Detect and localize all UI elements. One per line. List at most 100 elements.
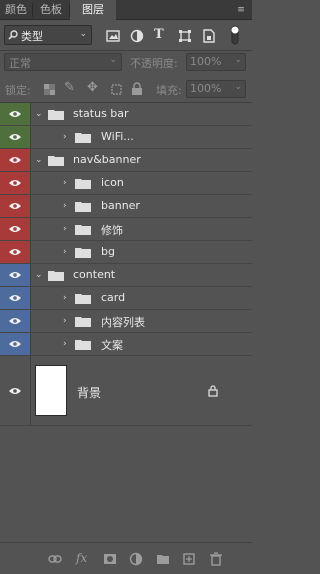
visibility-toggle[interactable] (0, 287, 31, 309)
lock-label: 锁定: (5, 84, 31, 97)
divider (0, 50, 252, 51)
eye-icon (9, 341, 21, 347)
chevron-down-icon[interactable]: ⌄ (35, 270, 45, 280)
folder-icon (75, 179, 91, 189)
layer-row-banner[interactable]: › banner (0, 195, 252, 218)
layer-row-background[interactable]: 背景 (0, 356, 252, 426)
visibility-toggle[interactable] (0, 149, 31, 171)
folder-icon (75, 317, 91, 327)
fill-label: 填充: (156, 84, 182, 97)
chevron-right-icon[interactable]: › (63, 316, 73, 326)
tab-swatches[interactable]: 色板 (33, 0, 69, 20)
eye-icon (9, 203, 21, 209)
lock-all-icon[interactable] (131, 82, 143, 96)
folder-icon (75, 225, 91, 235)
blend-mode-row: 正常 ⌄ 不透明度: 100% ⌄ (0, 52, 252, 74)
visibility-toggle[interactable] (0, 333, 31, 355)
eye-icon (9, 272, 21, 278)
blend-mode-select[interactable]: 正常 ⌄ (4, 53, 122, 71)
layer-row-nav-banner[interactable]: ⌄ nav&banner (0, 149, 252, 172)
tab-layers[interactable]: 图层 (70, 0, 116, 21)
opacity-value: 100% (190, 55, 222, 68)
eye-icon (9, 226, 21, 232)
folder-icon (48, 156, 64, 166)
folder-icon (48, 110, 64, 120)
chevron-right-icon[interactable]: › (63, 224, 73, 234)
eye-icon (9, 295, 21, 301)
adjustment-filter-icon[interactable] (130, 29, 144, 43)
shape-filter-icon[interactable] (178, 29, 192, 43)
panel-menu-icon[interactable]: ≡ (236, 5, 246, 15)
lock-image-pixels-icon[interactable]: ✎ (64, 80, 75, 95)
lock-icon (208, 385, 218, 397)
layers-footer-toolbar: fx (0, 542, 252, 574)
fill-field[interactable]: 100% ⌄ (186, 80, 246, 98)
image-filter-icon[interactable] (106, 29, 120, 43)
layer-row-content-list[interactable]: › 内容列表 (0, 310, 252, 333)
folder-icon (48, 271, 64, 281)
visibility-toggle[interactable] (0, 126, 31, 148)
layer-row-decoration[interactable]: › 修饰 (0, 218, 252, 241)
eye-icon (9, 111, 21, 117)
layer-name: 背景 (77, 386, 102, 400)
visibility-toggle[interactable] (0, 218, 31, 240)
add-mask-icon[interactable] (103, 552, 117, 566)
layer-row-icon[interactable]: › icon (0, 172, 252, 195)
opacity-field[interactable]: 100% ⌄ (186, 53, 246, 71)
visibility-toggle[interactable] (0, 356, 31, 425)
fx-layer-style-icon[interactable]: fx (76, 551, 87, 565)
delete-layer-icon[interactable] (209, 552, 223, 566)
chevron-down-icon: ⌄ (109, 55, 117, 65)
eye-icon (9, 249, 21, 255)
layer-name: card (101, 291, 126, 304)
layer-row-content[interactable]: ⌄ content (0, 264, 252, 287)
lock-transparent-pixels-icon[interactable] (44, 84, 55, 95)
chevron-right-icon[interactable]: › (63, 247, 73, 257)
type-filter-icon[interactable]: T (154, 27, 164, 42)
chevron-right-icon[interactable]: › (63, 293, 73, 303)
layer-name: icon (101, 176, 124, 189)
folder-icon (75, 133, 91, 143)
new-group-icon[interactable] (156, 552, 170, 566)
lock-artboard-icon[interactable] (110, 83, 123, 96)
filter-kind-select[interactable]: 类型 ⌄ (4, 25, 92, 45)
filter-toggle-icon[interactable] (230, 25, 240, 45)
search-icon (8, 30, 18, 40)
visibility-toggle[interactable] (0, 310, 31, 332)
visibility-toggle[interactable] (0, 195, 31, 217)
eye-icon (9, 318, 21, 324)
layer-row-copy[interactable]: › 文案 (0, 333, 252, 356)
link-layers-icon[interactable] (48, 552, 62, 566)
chevron-down-icon[interactable]: ⌄ (35, 155, 45, 165)
visibility-toggle[interactable] (0, 241, 31, 263)
chevron-right-icon[interactable]: › (63, 201, 73, 211)
layer-row-card[interactable]: › card (0, 287, 252, 310)
visibility-toggle[interactable] (0, 103, 31, 125)
chevron-down-icon: ⌄ (79, 29, 87, 39)
visibility-toggle[interactable] (0, 172, 31, 194)
lock-position-icon[interactable]: ✥ (87, 80, 98, 95)
layer-row-status-bar[interactable]: ⌄ status bar (0, 103, 252, 126)
folder-icon (75, 340, 91, 350)
layer-name: bg (101, 245, 115, 258)
eye-icon (9, 157, 21, 163)
layer-filter-row: 类型 ⌄ T (0, 22, 252, 50)
blend-mode-value: 正常 (9, 57, 31, 70)
tab-color[interactable]: 颜色 (0, 0, 32, 20)
layer-name: banner (101, 199, 140, 212)
layer-name: 内容列表 (101, 316, 145, 329)
chevron-down-icon[interactable]: ⌄ (35, 109, 45, 119)
layer-name: nav&banner (73, 153, 141, 166)
layer-name: 文案 (101, 339, 123, 352)
chevron-right-icon[interactable]: › (63, 339, 73, 349)
chevron-right-icon[interactable]: › (63, 132, 73, 142)
eye-icon (9, 180, 21, 186)
visibility-toggle[interactable] (0, 264, 31, 286)
layer-row-wifi[interactable]: › WiFi... (0, 126, 252, 149)
smart-object-filter-icon[interactable] (202, 29, 216, 43)
layer-name: status bar (73, 107, 129, 120)
chevron-right-icon[interactable]: › (63, 178, 73, 188)
layer-row-bg[interactable]: › bg (0, 241, 252, 264)
new-layer-icon[interactable] (182, 552, 196, 566)
adjustment-layer-icon[interactable] (129, 552, 143, 566)
